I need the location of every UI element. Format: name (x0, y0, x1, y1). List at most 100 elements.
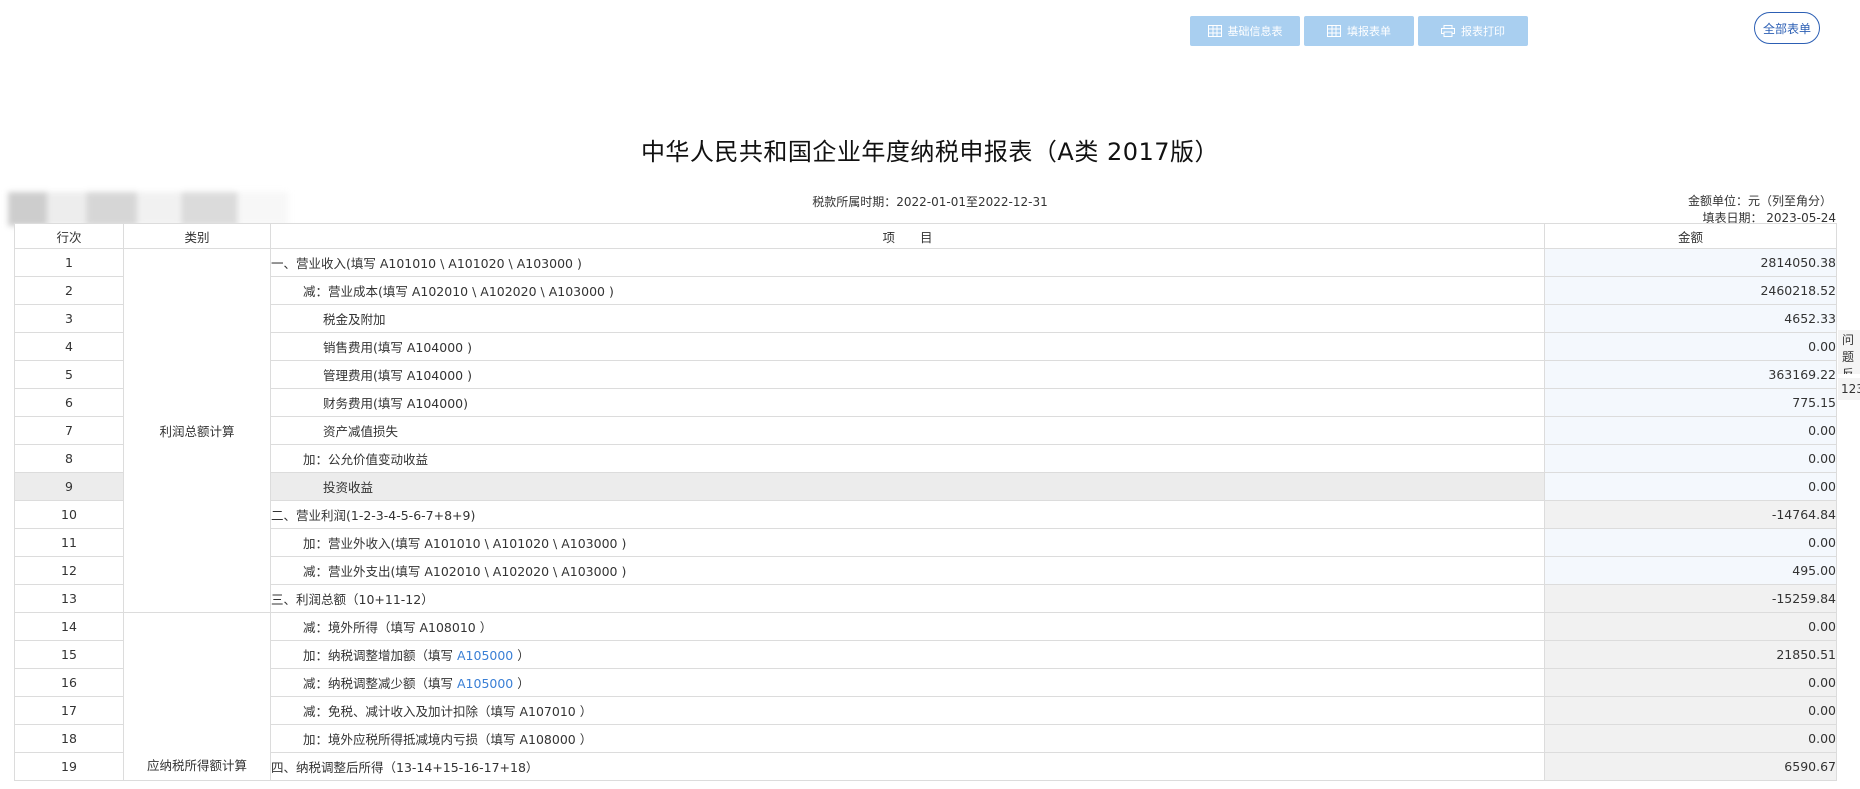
row-number: 8 (14, 444, 124, 473)
basic-info-button[interactable]: 基础信息表 (1190, 16, 1300, 46)
row-number: 1 (14, 248, 124, 277)
row-number: 11 (14, 528, 124, 557)
row-number: 17 (14, 696, 124, 725)
row-number: 15 (14, 640, 124, 669)
amount-input[interactable]: 4652.33 (1544, 304, 1837, 333)
row-item: 三、利润总额（10+11-12） (270, 584, 1545, 613)
row-item: 减：纳税调整减少额（填写 A105000 ） (270, 668, 1545, 697)
table-row: 2 减：营业成本(填写 A102010 \ A102020 \ A103000 … (14, 276, 1837, 305)
table-row: 16 减：纳税调整减少额（填写 A105000 ） 0.00 (14, 668, 1837, 697)
row-item: 税金及附加 (270, 304, 1545, 333)
header-item: 项 目 (270, 223, 1545, 249)
table-row: 1 利润总额计算 一、营业收入(填写 A101010 \ A101020 \ A… (14, 248, 1837, 613)
table-row-highlighted: 9 投资收益 0.00 (14, 472, 1837, 501)
row-item: 减：免税、减计收入及加计扣除（填写 A107010 ） (270, 696, 1545, 725)
row-item-text: 加：纳税调整增加额（填写 (303, 648, 457, 663)
row-item: 加：公允价值变动收益 (270, 444, 1545, 473)
amount-input[interactable]: 0.00 (1544, 416, 1837, 445)
row-number: 9 (14, 472, 124, 501)
print-label: 报表打印 (1461, 25, 1505, 38)
amount-computed: 0.00 (1544, 724, 1837, 753)
table-icon (1327, 25, 1341, 37)
table-row: 5 管理费用(填写 A104000 ) 363169.22 (14, 360, 1837, 389)
fill-form-button[interactable]: 填报表单 (1304, 16, 1414, 46)
row-number: 2 (14, 276, 124, 305)
category-taxable: 应纳税所得额计算 (123, 612, 271, 781)
table-row: 8 加：公允价值变动收益 0.00 (14, 444, 1837, 473)
row-item: 二、营业利润(1-2-3-4-5-6-7+8+9) (270, 500, 1545, 529)
tax-period: 税款所属时期：2022-01-01至2022-12-31 (812, 195, 1048, 209)
table-row: 11 加：营业外收入(填写 A101010 \ A101020 \ A10300… (14, 528, 1837, 557)
row-number: 7 (14, 416, 124, 445)
table-header-row: 行次 类别 项 目 金额 (14, 223, 1837, 249)
amount-computed: 21850.51 (1544, 640, 1837, 669)
row-item: 管理费用(填写 A104000 ) (270, 360, 1545, 389)
row-item: 减：营业外支出(填写 A102010 \ A102020 \ A103000 ) (270, 556, 1545, 585)
amount-unit: 金额单位：元（列至角分） (1687, 194, 1832, 208)
side-code-tab[interactable]: 123 (1838, 378, 1860, 400)
row-number: 19 (14, 752, 124, 781)
row-item: 四、纳税调整后所得（13-14+15-16-17+18） (270, 752, 1545, 781)
table-row: 7 资产减值损失 0.00 (14, 416, 1837, 445)
basic-info-label: 基础信息表 (1227, 25, 1283, 38)
amount-input[interactable]: 2814050.38 (1544, 248, 1837, 277)
row-item: 资产减值损失 (270, 416, 1545, 445)
category-profit: 利润总额计算 (123, 248, 271, 613)
amount-computed: -14764.84 (1544, 500, 1837, 529)
amount-input[interactable]: 495.00 (1544, 556, 1837, 585)
row-number: 12 (14, 556, 124, 585)
table-row: 3 税金及附加 4652.33 (14, 304, 1837, 333)
tax-return-table: 行次 类别 项 目 金额 1 利润总额计算 一、营业收入(填写 A101010 … (14, 223, 1837, 781)
row-item-text: ） (513, 676, 530, 691)
amount-computed: -15259.84 (1544, 584, 1837, 613)
feedback-tab[interactable]: 问题反馈 (1838, 330, 1860, 374)
row-item-text: ） (513, 648, 530, 663)
page-title: 中华人民共和国企业年度纳税申报表（A类 2017版） (640, 138, 1220, 166)
row-item: 减：营业成本(填写 A102010 \ A102020 \ A103000 ) (270, 276, 1545, 305)
link-A105000[interactable]: A105000 (457, 648, 513, 663)
header-category: 类别 (123, 223, 271, 249)
amount-computed: 0.00 (1544, 612, 1837, 641)
table-row: 14 应纳税所得额计算 减：境外所得（填写 A108010 ） 0.00 (14, 612, 1837, 781)
table-row: 4 销售费用(填写 A104000 ) 0.00 (14, 332, 1837, 361)
amount-computed: 0.00 (1544, 696, 1837, 725)
amount-input[interactable]: 0.00 (1544, 444, 1837, 473)
table-row: 10 二、营业利润(1-2-3-4-5-6-7+8+9) -14764.84 (14, 500, 1837, 529)
amount-computed: 6590.67 (1544, 752, 1837, 781)
header-row-no: 行次 (14, 223, 124, 249)
header-amount: 金额 (1544, 223, 1837, 249)
row-number: 16 (14, 668, 124, 697)
table-row: 15 加：纳税调整增加额（填写 A105000 ） 21850.51 (14, 640, 1837, 669)
feedback-label: 问题反馈 (1842, 333, 1855, 374)
amount-input[interactable]: 2460218.52 (1544, 276, 1837, 305)
row-number: 18 (14, 724, 124, 753)
all-forms-button[interactable]: 全部表单 (1754, 12, 1820, 44)
amount-computed: 0.00 (1544, 668, 1837, 697)
table-row: 19 四、纳税调整后所得（13-14+15-16-17+18） 6590.67 (14, 752, 1837, 781)
table-row: 17 减：免税、减计收入及加计扣除（填写 A107010 ） 0.00 (14, 696, 1837, 725)
row-item: 减：境外所得（填写 A108010 ） (270, 612, 1545, 641)
table-row: 18 加：境外应税所得抵减境内亏损（填写 A108000 ） 0.00 (14, 724, 1837, 753)
table-row: 6 财务费用(填写 A104000) 775.15 (14, 388, 1837, 417)
row-number: 5 (14, 360, 124, 389)
printer-icon (1441, 25, 1455, 37)
amount-input[interactable]: 0.00 (1544, 332, 1837, 361)
row-item: 加：境外应税所得抵减境内亏损（填写 A108000 ） (270, 724, 1545, 753)
row-number: 4 (14, 332, 124, 361)
row-item-text: 减：纳税调整减少额（填写 (303, 676, 457, 691)
print-button[interactable]: 报表打印 (1418, 16, 1528, 46)
amount-input[interactable]: 0.00 (1544, 472, 1837, 501)
row-item: 一、营业收入(填写 A101010 \ A101020 \ A103000 ) (270, 248, 1545, 277)
fill-form-label: 填报表单 (1347, 25, 1391, 38)
row-number: 6 (14, 388, 124, 417)
table-icon (1207, 25, 1222, 37)
row-number: 3 (14, 304, 124, 333)
amount-input[interactable]: 0.00 (1544, 528, 1837, 557)
row-item: 投资收益 (270, 472, 1545, 501)
link-A105000[interactable]: A105000 (457, 676, 513, 691)
toolbar: 基础信息表 填报表单 报表打印 (1190, 16, 1528, 46)
amount-input[interactable]: 363169.22 (1544, 360, 1837, 389)
amount-input[interactable]: 775.15 (1544, 388, 1837, 417)
row-number: 13 (14, 584, 124, 613)
row-number: 10 (14, 500, 124, 529)
